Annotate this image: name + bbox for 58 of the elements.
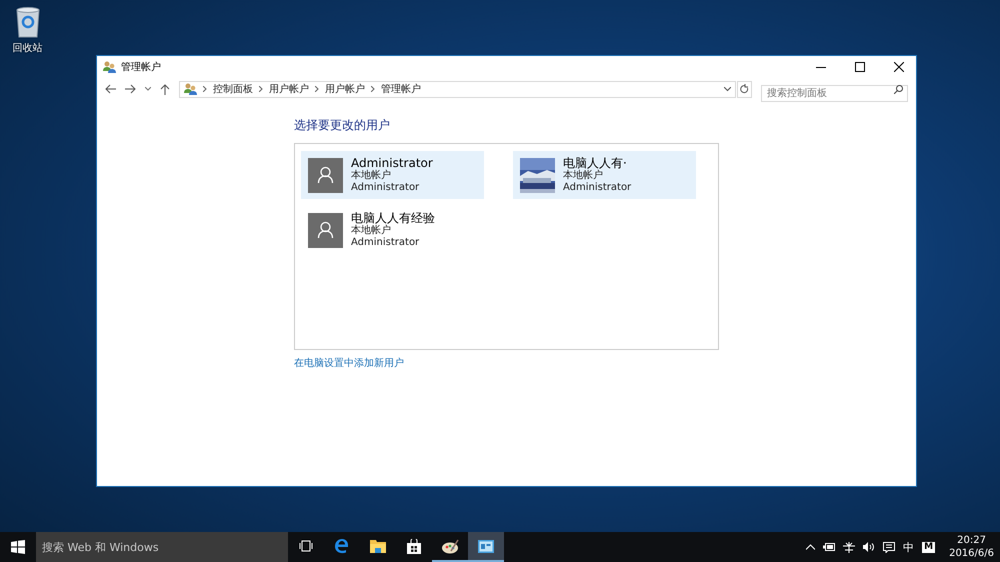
chevron-right-icon (203, 86, 207, 92)
search-field[interactable]: 搜索 Web 和 Windows (36, 532, 288, 562)
add-user-link[interactable]: 在电脑设置中添加新用户 (294, 356, 404, 370)
refresh-button[interactable] (737, 80, 752, 98)
breadcrumb-item[interactable]: 用户帐户 (325, 82, 365, 96)
account-type: 本地帐户 (563, 170, 604, 182)
users-icon (103, 61, 116, 73)
clock-time[interactable]: 20:27 (957, 534, 986, 547)
account-tile[interactable]: 电脑人人有· 本地帐户 Administrator (513, 151, 696, 199)
account-name: 电脑人人有· (563, 156, 628, 170)
refresh-icon (740, 84, 749, 94)
breadcrumb-item[interactable]: 控制面板 (213, 82, 253, 96)
account-type: 本地帐户 (351, 225, 392, 237)
close-icon (894, 62, 904, 72)
notification-icon[interactable] (883, 542, 896, 552)
breadcrumb-item[interactable]: 管理帐户 (381, 82, 421, 96)
chevron-up-icon[interactable] (806, 544, 816, 550)
chevron-right-icon (315, 86, 319, 92)
user-avatar-icon (308, 158, 343, 192)
window-title: 管理帐户 (121, 60, 161, 74)
task-view-icon (299, 540, 313, 552)
shopping-bag-icon (407, 538, 421, 554)
account-tile[interactable]: Administrator 本地帐户 Administrator (301, 151, 484, 199)
account-role: Administrator (351, 237, 420, 250)
search-icon (894, 84, 903, 94)
recycle-bin-icon[interactable] (14, 6, 42, 38)
desktop-icon-label[interactable]: 回收站 (12, 41, 42, 55)
maximize-icon (855, 62, 865, 72)
chevron-down-icon[interactable] (145, 87, 151, 91)
forward-arrow-icon[interactable] (125, 84, 136, 94)
address-bar[interactable]: 控制面板 用户帐户 用户帐户 管理帐户 (179, 80, 736, 98)
browser-e-icon (334, 538, 350, 554)
up-arrow-icon[interactable] (160, 84, 170, 94)
chevron-down-icon[interactable] (724, 86, 731, 92)
account-tile[interactable]: 电脑人人有经验 本地帐户 Administrator (301, 206, 484, 254)
users-icon (184, 83, 197, 95)
clock-date[interactable]: 2016/6/6 (949, 547, 994, 560)
back-arrow-icon[interactable] (105, 84, 116, 94)
account-role: Administrator (351, 182, 420, 194)
account-name: Administrator (351, 156, 433, 170)
ime-indicator[interactable]: 中 (903, 540, 914, 554)
control-panel-icon (478, 540, 494, 552)
chevron-right-icon (259, 86, 263, 92)
windows-logo-icon (11, 540, 25, 554)
taskbar-app[interactable] (468, 532, 504, 562)
breadcrumb-item[interactable]: 用户帐户 (269, 82, 309, 96)
ime-mode-indicator[interactable]: M (922, 542, 936, 552)
speaker-icon[interactable] (863, 542, 876, 552)
page-heading: 选择要更改的用户 (294, 117, 390, 134)
user-avatar-icon (308, 212, 343, 248)
palette-icon (442, 538, 458, 554)
chevron-right-icon (371, 86, 375, 92)
account-role: Administrator (563, 182, 632, 194)
folder-icon (370, 539, 386, 553)
battery-icon[interactable] (823, 543, 836, 551)
account-type: 本地帐户 (351, 170, 392, 182)
search-field[interactable]: 搜索控制面板 (761, 84, 908, 102)
account-name: 电脑人人有经验 (351, 210, 435, 225)
